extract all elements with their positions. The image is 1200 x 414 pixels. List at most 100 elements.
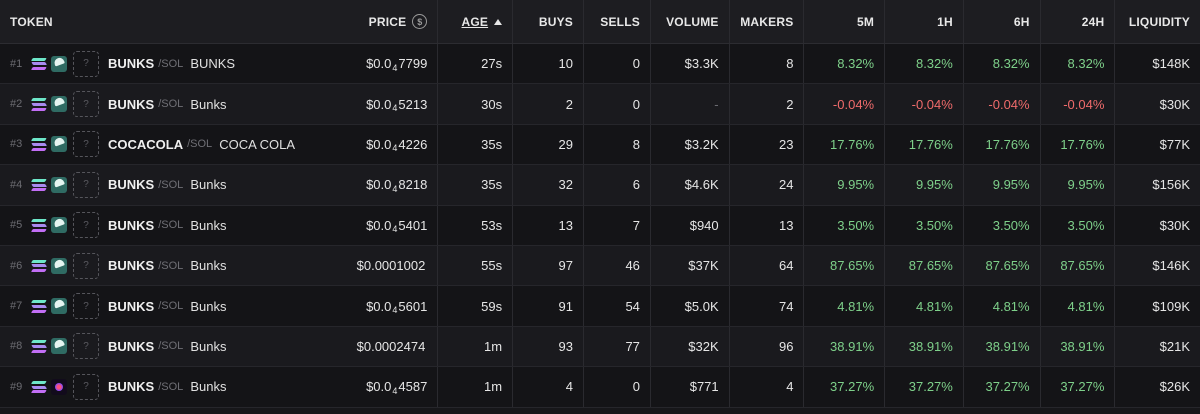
change-5m-cell: 37.27% [804,367,886,407]
table-row[interactable]: #4 ? BUNKS /SOL Bunks $0.0 4 8218 35s 32 6… [0,165,1200,206]
token-image-placeholder: ? [73,50,99,77]
column-header-buys[interactable]: BUYS [513,0,584,43]
change-6h-cell: 9.95% [963,165,1041,205]
column-label: TOKEN [10,14,53,29]
table-row[interactable]: #3 ? COCACOLA /SOL COCA COLA $0.0 4 4226 3… [0,124,1200,166]
volume-cell: $771 [650,367,730,407]
token-name: Bunks [190,217,227,233]
table-row[interactable]: #7 ? BUNKS /SOL Bunks $0.0 4 5601 59s 91 5… [0,286,1200,327]
buys-cell: 4 [513,367,584,407]
price-cell: $0.0 4 4226 [330,124,439,165]
raydium-icon [51,96,67,113]
price-prefix: $0.0 [366,136,392,152]
sells-cell: 77 [583,326,651,367]
liquidity-cell: $30K [1115,84,1200,124]
token-cell[interactable]: #2 ? BUNKS /SOL Bunks [0,84,331,124]
change-24h-cell: 8.32% [1040,44,1116,84]
volume-cell: $5.0K [650,286,730,326]
change-6h-cell: 87.65% [963,245,1041,286]
price-prefix: $0.0002474 [356,338,426,354]
solana-icon [31,300,47,313]
column-header-token[interactable]: TOKEN [0,0,331,43]
token-symbol: BUNKS [108,298,155,314]
table-row[interactable]: #5 ? BUNKS /SOL Bunks $0.0 4 5401 53s 13 7… [0,205,1200,246]
change-24h-cell: 17.76% [1040,124,1116,165]
price-prefix: $0.0 [366,96,392,112]
token-symbol: BUNKS [108,379,155,395]
makers-cell: 23 [729,124,805,165]
table-row[interactable]: #6 ? BUNKS /SOL Bunks $0.0001002 55s 97 … [0,245,1200,287]
quote-pair: /SOL [158,178,184,191]
raydium-icon [51,298,67,315]
column-label: MAKERS [740,14,794,29]
solana-icon [31,380,47,393]
price-zero-count: 4 [392,62,398,73]
token-name: Bunks [190,177,227,193]
sort-ascending-icon [494,18,503,25]
volume-cell: $32K [650,326,730,367]
column-header-5m[interactable]: 5M [804,0,886,43]
token-cell[interactable]: #3 ? COCACOLA /SOL COCA COLA [0,124,331,165]
table-row[interactable]: #1 ? BUNKS /SOL BUNKS $0.0 4 7799 27s 10 0… [0,44,1200,85]
change-24h-cell: 9.95% [1040,165,1116,205]
token-cell[interactable]: #4 ? BUNKS /SOL Bunks [0,165,331,205]
buys-cell: 10 [513,44,584,84]
token-symbol: BUNKS [108,96,155,112]
price-zero-count: 4 [392,103,398,114]
token-name: Bunks [190,96,227,112]
token-cell[interactable]: #8 ? BUNKS /SOL Bunks [0,326,331,367]
table-row[interactable]: #2 ? BUNKS /SOL Bunks $0.0 4 5213 30s 2 0 … [0,84,1200,125]
price-prefix: $0.0 [366,177,392,193]
age-cell: 35s [438,165,514,205]
column-label: VOLUME [666,14,719,29]
change-1h-cell: 9.95% [885,165,964,205]
column-header-volume[interactable]: VOLUME [650,0,730,43]
price-prefix: $0.0 [366,379,392,395]
price-digits: 8218 [398,177,428,193]
column-header-24h[interactable]: 24H [1040,0,1116,43]
price-zero-count: 4 [392,183,398,194]
column-header-1h[interactable]: 1H [885,0,964,43]
change-24h-cell: 3.50% [1040,205,1116,245]
change-5m-cell: 4.81% [804,286,886,326]
change-5m-cell: 17.76% [804,124,886,165]
token-cell[interactable]: #5 ? BUNKS /SOL Bunks [0,205,331,245]
table-row[interactable]: #8 ? BUNKS /SOL Bunks $0.0002474 1m 93 7… [0,326,1200,368]
price-digits: 5213 [398,96,428,112]
buys-cell: 29 [513,124,584,165]
column-label: 1H [937,14,953,29]
buys-cell: 13 [513,205,584,245]
token-symbol: COCACOLA [108,136,184,152]
column-label: 5M [857,14,875,29]
liquidity-cell: $148K [1115,44,1200,84]
makers-cell: 74 [729,286,805,326]
makers-cell: 64 [729,245,805,286]
column-header-liquidity[interactable]: LIQUIDITY [1115,0,1200,43]
column-header-sells[interactable]: SELLS [583,0,651,43]
token-cell[interactable]: #6 ? BUNKS /SOL Bunks [0,245,331,286]
column-header-makers[interactable]: MAKERS [729,0,805,43]
age-cell: 30s [438,84,514,124]
dollar-circle-icon[interactable]: $ [412,14,428,29]
token-cell[interactable]: #7 ? BUNKS /SOL Bunks [0,286,331,326]
column-header-price[interactable]: PRICE $ [330,0,439,43]
change-5m-cell: 8.32% [804,44,886,84]
column-header-age[interactable]: AGE [438,0,514,43]
table-header: TOKEN PRICE $ AGE BUYS SELLS VOLUME MAKER… [0,0,1200,44]
change-5m-cell: 38.91% [804,326,886,367]
token-cell[interactable]: #1 ? BUNKS /SOL BUNKS [0,44,331,84]
price-cell: $0.0 4 5213 [330,84,439,124]
raydium-icon [51,55,67,72]
change-1h-cell: 8.32% [885,44,964,84]
change-6h-cell: 37.27% [963,367,1041,407]
table-row[interactable]: #9 ? BUNKS /SOL Bunks $0.0 4 4587 1m 4 0 $… [0,367,1200,408]
token-cell[interactable]: #9 ? BUNKS /SOL Bunks [0,367,331,407]
liquidity-cell: $26K [1115,367,1200,407]
column-header-6h[interactable]: 6H [963,0,1041,43]
rank-label: #5 [10,219,23,232]
change-1h-cell: 38.91% [885,326,964,367]
rank-label: #6 [10,259,23,272]
rank-label: #1 [10,57,23,70]
change-1h-cell: 4.81% [885,286,964,326]
rank-label: #2 [10,98,23,111]
